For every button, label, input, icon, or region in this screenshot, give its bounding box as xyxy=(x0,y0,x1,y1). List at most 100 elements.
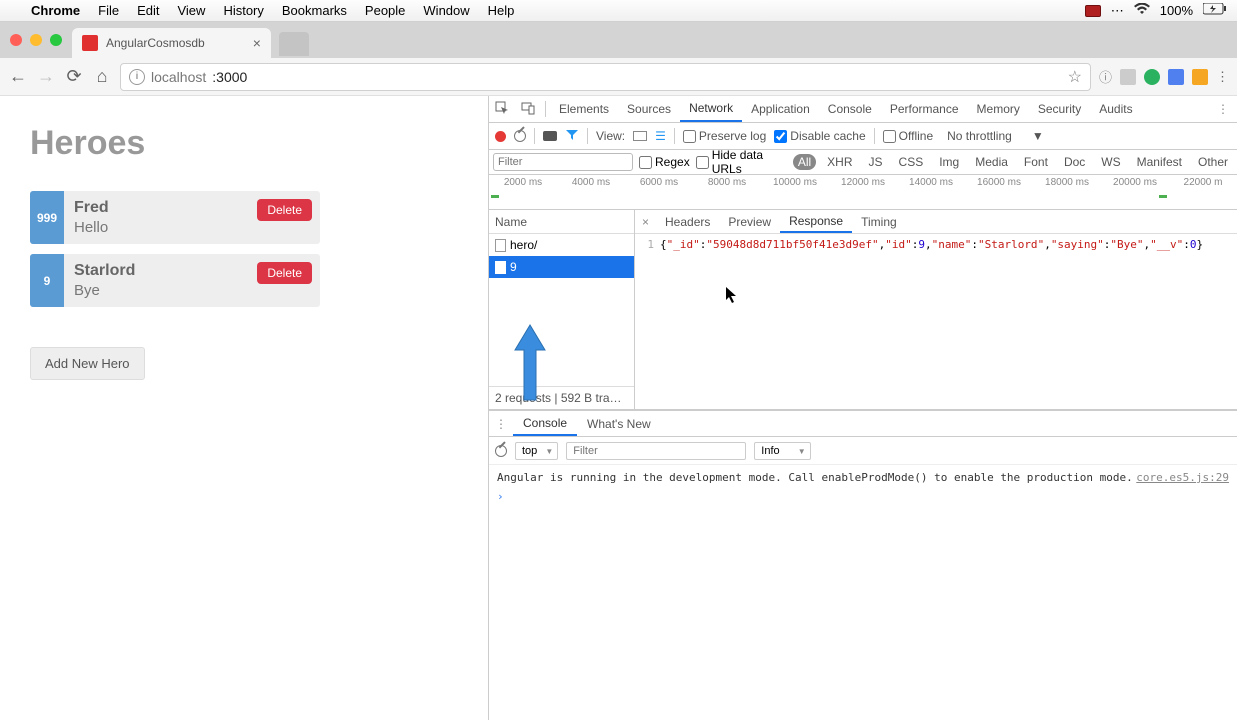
extension-icon[interactable] xyxy=(1168,69,1184,85)
delete-button[interactable]: Delete xyxy=(257,262,312,284)
network-filter-input[interactable] xyxy=(493,153,633,171)
drawer-tab-console[interactable]: Console xyxy=(513,411,577,436)
network-timeline[interactable]: 2000 ms 4000 ms 6000 ms 8000 ms 10000 ms… xyxy=(489,175,1237,210)
response-tab-response[interactable]: Response xyxy=(780,210,852,233)
inspect-element-icon[interactable] xyxy=(489,101,515,118)
hide-data-urls-checkbox[interactable]: Hide data URLs xyxy=(696,148,787,176)
menu-people[interactable]: People xyxy=(365,3,405,18)
tab-close-icon[interactable]: × xyxy=(253,35,261,51)
console-drawer: ⋮ Console What's New top Info Angular is… xyxy=(489,410,1237,720)
back-button[interactable]: ← xyxy=(8,66,28,87)
ext-info-icon[interactable]: ⓘ xyxy=(1099,67,1112,86)
response-panel: × Headers Preview Response Timing 1 {"_i… xyxy=(635,210,1237,409)
tab-console[interactable]: Console xyxy=(819,96,881,122)
devtools-menu-icon[interactable]: ⋮ xyxy=(1209,102,1237,116)
filter-type-img[interactable]: Img xyxy=(934,154,964,170)
close-response-icon[interactable]: × xyxy=(635,215,656,229)
console-context-select[interactable]: top xyxy=(515,442,558,460)
filter-toggle-icon[interactable] xyxy=(565,129,579,144)
tab-sources[interactable]: Sources xyxy=(618,96,680,122)
hero-card[interactable]: 9 Starlord Bye Delete xyxy=(30,254,320,307)
filter-type-manifest[interactable]: Manifest xyxy=(1132,154,1187,170)
window-minimize-icon[interactable] xyxy=(30,34,42,46)
screenshot-icon[interactable] xyxy=(543,131,557,141)
view-list-icon[interactable] xyxy=(633,131,647,141)
menu-file[interactable]: File xyxy=(98,3,119,18)
menu-edit[interactable]: Edit xyxy=(137,3,159,18)
window-close-icon[interactable] xyxy=(10,34,22,46)
console-source-link[interactable]: core.es5.js:29 xyxy=(1136,471,1229,484)
tab-performance[interactable]: Performance xyxy=(881,96,968,122)
request-row[interactable]: hero/ xyxy=(489,234,634,256)
tab-audits[interactable]: Audits xyxy=(1090,96,1141,122)
menu-bookmarks[interactable]: Bookmarks xyxy=(282,3,347,18)
menu-help[interactable]: Help xyxy=(488,3,515,18)
regex-checkbox[interactable]: Regex xyxy=(639,155,690,169)
record-button[interactable] xyxy=(495,131,506,142)
tab-network[interactable]: Network xyxy=(680,96,742,122)
view-waterfall-icon[interactable]: ☰ xyxy=(655,129,666,143)
response-tab-preview[interactable]: Preview xyxy=(719,210,780,233)
forward-button[interactable]: → xyxy=(36,66,56,87)
filter-type-all[interactable]: All xyxy=(793,154,816,170)
page-content: Heroes 999 Fred Hello Delete 9 Starlord … xyxy=(0,96,488,720)
menu-icon[interactable]: ⋮ xyxy=(1216,69,1229,85)
menu-view[interactable]: View xyxy=(177,3,205,18)
drawer-tab-whatsnew[interactable]: What's New xyxy=(577,411,661,436)
offline-checkbox[interactable]: Offline xyxy=(883,129,933,143)
home-button[interactable]: ⌂ xyxy=(92,66,112,87)
extension-icon[interactable] xyxy=(1144,69,1160,85)
address-bar[interactable]: i localhost:3000 ☆ xyxy=(120,63,1091,91)
site-info-icon[interactable]: i xyxy=(129,69,145,85)
reload-button[interactable]: ⟳ xyxy=(64,66,84,87)
clear-button[interactable] xyxy=(514,130,526,142)
filter-type-doc[interactable]: Doc xyxy=(1059,154,1090,170)
device-toolbar-icon[interactable] xyxy=(515,101,541,118)
window-zoom-icon[interactable] xyxy=(50,34,62,46)
tab-application[interactable]: Application xyxy=(742,96,819,122)
tab-elements[interactable]: Elements xyxy=(550,96,618,122)
console-clear-icon[interactable] xyxy=(495,445,507,457)
network-toolbar: View: ☰ Preserve log Disable cache Offli… xyxy=(489,123,1237,150)
browser-tab[interactable]: AngularCosmosdb × xyxy=(72,28,271,58)
disable-cache-checkbox[interactable]: Disable cache xyxy=(774,129,865,143)
battery-icon[interactable] xyxy=(1203,3,1227,18)
request-list-header[interactable]: Name xyxy=(489,210,634,234)
menubar-app-icon[interactable] xyxy=(1085,5,1101,17)
menu-history[interactable]: History xyxy=(223,3,263,18)
extension-icon[interactable] xyxy=(1120,69,1136,85)
menubar-overflow-icon[interactable]: ⋯ xyxy=(1111,3,1124,19)
filter-type-xhr[interactable]: XHR xyxy=(822,154,857,170)
extension-icons: ⓘ ⋮ xyxy=(1099,67,1229,86)
network-request-list: Name hero/ 9 2 requests | 592 B tran… xyxy=(489,210,635,409)
bookmark-star-icon[interactable]: ☆ xyxy=(1068,67,1082,87)
drawer-menu-icon[interactable]: ⋮ xyxy=(489,417,513,431)
filter-type-js[interactable]: JS xyxy=(864,154,888,170)
filter-type-other[interactable]: Other xyxy=(1193,154,1233,170)
delete-button[interactable]: Delete xyxy=(257,199,312,221)
new-tab-button[interactable] xyxy=(279,32,309,56)
response-body[interactable]: 1 {"_id":"59048d8d711bf50f41e3d9ef","id"… xyxy=(635,234,1237,409)
filter-type-font[interactable]: Font xyxy=(1019,154,1053,170)
request-row[interactable]: 9 xyxy=(489,256,634,278)
console-level-select[interactable]: Info xyxy=(754,442,810,460)
tab-memory[interactable]: Memory xyxy=(968,96,1029,122)
timeline-request-mark xyxy=(491,195,499,198)
menu-window[interactable]: Window xyxy=(423,3,469,18)
preserve-log-checkbox[interactable]: Preserve log xyxy=(683,129,766,143)
console-filter-input[interactable] xyxy=(566,442,746,460)
filter-type-media[interactable]: Media xyxy=(970,154,1013,170)
throttling-select[interactable]: No throttling ▼ xyxy=(947,129,1044,143)
add-hero-button[interactable]: Add New Hero xyxy=(30,347,145,380)
hero-card[interactable]: 999 Fred Hello Delete xyxy=(30,191,320,244)
filter-type-ws[interactable]: WS xyxy=(1096,154,1125,170)
response-tab-headers[interactable]: Headers xyxy=(656,210,719,233)
filter-type-css[interactable]: CSS xyxy=(894,154,929,170)
menu-app[interactable]: Chrome xyxy=(31,3,80,18)
tab-security[interactable]: Security xyxy=(1029,96,1090,122)
console-output[interactable]: Angular is running in the development mo… xyxy=(489,465,1237,720)
console-prompt-icon[interactable]: › xyxy=(497,490,1229,503)
response-tab-timing[interactable]: Timing xyxy=(852,210,906,233)
wifi-icon[interactable] xyxy=(1134,3,1150,18)
extension-icon[interactable] xyxy=(1192,69,1208,85)
